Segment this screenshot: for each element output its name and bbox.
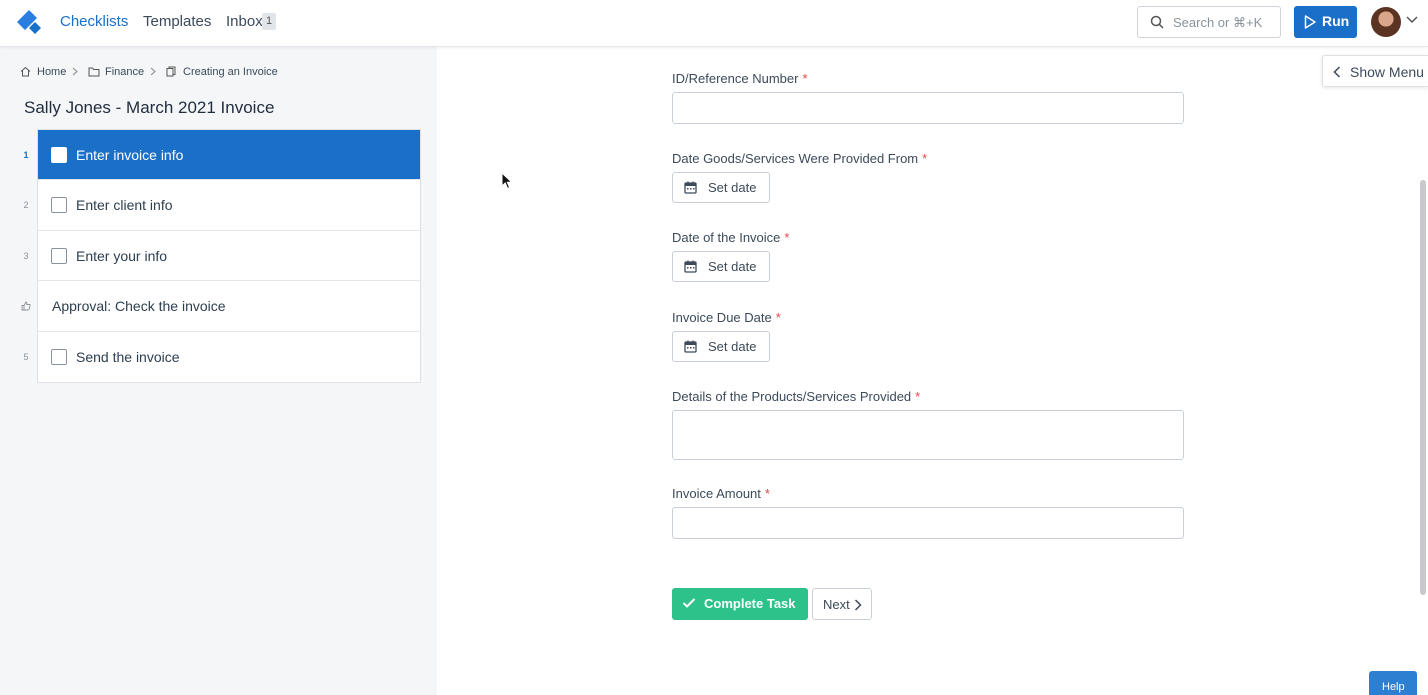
breadcrumb-home[interactable]: Home: [37, 66, 66, 78]
task-label: Enter your info: [76, 247, 168, 264]
complete-task-label: Complete Task: [704, 596, 796, 611]
next-button[interactable]: Next: [812, 588, 872, 620]
task-form: ID/Reference Number * Date Goods/Services…: [437, 47, 1428, 695]
field-label: Invoice Due Date *: [672, 310, 781, 325]
task-label: Enter invoice info: [76, 147, 184, 163]
search-input[interactable]: Search or ⌘+K: [1137, 6, 1281, 38]
nav-inbox[interactable]: Inbox: [226, 13, 263, 30]
copy-icon: [166, 66, 176, 77]
run-button-label: Run: [1322, 13, 1350, 29]
top-navbar: Checklists Templates Inbox 1 Search or ⌘…: [0, 0, 1428, 47]
set-date-button[interactable]: Set date: [672, 172, 770, 203]
logo-icon[interactable]: [15, 8, 43, 36]
field-label: Invoice Amount *: [672, 486, 770, 501]
id-reference-input[interactable]: [672, 92, 1184, 124]
task-item-approval[interactable]: Approval: Check the invoice: [21, 281, 420, 332]
field-label: Date of the Invoice *: [672, 230, 790, 245]
task-number: 3: [23, 250, 29, 261]
calendar-icon: [684, 181, 697, 194]
scrollbar[interactable]: [1420, 180, 1426, 595]
task-label: Approval: Check the invoice: [52, 298, 226, 315]
nav-templates[interactable]: Templates: [143, 13, 211, 30]
task-item[interactable]: 2 Enter client info: [23, 180, 420, 231]
task-number: 1: [23, 150, 29, 160]
chevron-left-icon: [1333, 66, 1341, 78]
play-icon: [1304, 15, 1316, 29]
task-item[interactable]: 1 Enter invoice info: [23, 130, 420, 181]
breadcrumb-folder[interactable]: Finance: [105, 66, 144, 78]
task-item[interactable]: 3 Enter your info: [23, 230, 420, 282]
next-label: Next: [823, 597, 850, 612]
show-menu-label: Show Menu: [1350, 64, 1424, 80]
run-button[interactable]: Run: [1294, 6, 1357, 38]
home-icon: [20, 66, 31, 77]
task-list: 1 Enter invoice info 2 Enter client info…: [21, 129, 421, 383]
set-date-button[interactable]: Set date: [672, 251, 770, 282]
inbox-count-badge: 1: [262, 13, 277, 30]
task-checkbox[interactable]: [51, 147, 67, 163]
set-date-label: Set date: [708, 339, 757, 354]
task-label: Send the invoice: [76, 348, 180, 365]
task-item[interactable]: 5 Send the invoice: [23, 331, 420, 382]
chevron-right-icon: [72, 67, 78, 76]
set-date-button[interactable]: Set date: [672, 331, 770, 362]
page-title: Sally Jones - March 2021 Invoice: [24, 98, 275, 117]
help-button[interactable]: Help: [1369, 671, 1417, 695]
help-label: Help: [1382, 681, 1405, 693]
set-date-label: Set date: [708, 180, 757, 195]
field-label: ID/Reference Number *: [672, 71, 808, 86]
calendar-icon: [684, 340, 697, 353]
task-checkbox[interactable]: [51, 197, 67, 214]
field-label: Date Goods/Services Were Provided From *: [672, 151, 928, 166]
breadcrumb-template[interactable]: Creating an Invoice: [183, 66, 278, 78]
task-number: 2: [23, 200, 29, 211]
check-icon: [682, 598, 696, 608]
chevron-right-icon: [854, 599, 862, 611]
invoice-amount-input[interactable]: [672, 507, 1184, 539]
chevron-right-icon: [150, 67, 156, 76]
mouse-cursor-icon: [501, 172, 513, 190]
task-checkbox[interactable]: [51, 247, 67, 264]
search-placeholder: Search or ⌘+K: [1173, 15, 1263, 30]
sidebar: Home Finance Creating an Invoice Sally J…: [0, 47, 437, 695]
avatar[interactable]: [1371, 7, 1401, 37]
search-icon: [1150, 15, 1164, 29]
task-number: 5: [23, 351, 29, 362]
task-checkbox[interactable]: [51, 348, 67, 365]
field-label: Details of the Products/Services Provide…: [672, 389, 921, 404]
details-textarea[interactable]: [672, 410, 1184, 460]
complete-task-button[interactable]: Complete Task: [672, 588, 808, 620]
nav-checklists[interactable]: Checklists: [60, 13, 128, 30]
chevron-down-icon[interactable]: [1405, 15, 1419, 25]
task-label: Enter client info: [76, 197, 173, 214]
set-date-label: Set date: [708, 259, 757, 274]
thumbs-up-icon: [21, 301, 31, 313]
show-menu-button[interactable]: Show Menu: [1322, 55, 1428, 87]
calendar-icon: [684, 260, 697, 273]
folder-icon: [88, 67, 100, 77]
